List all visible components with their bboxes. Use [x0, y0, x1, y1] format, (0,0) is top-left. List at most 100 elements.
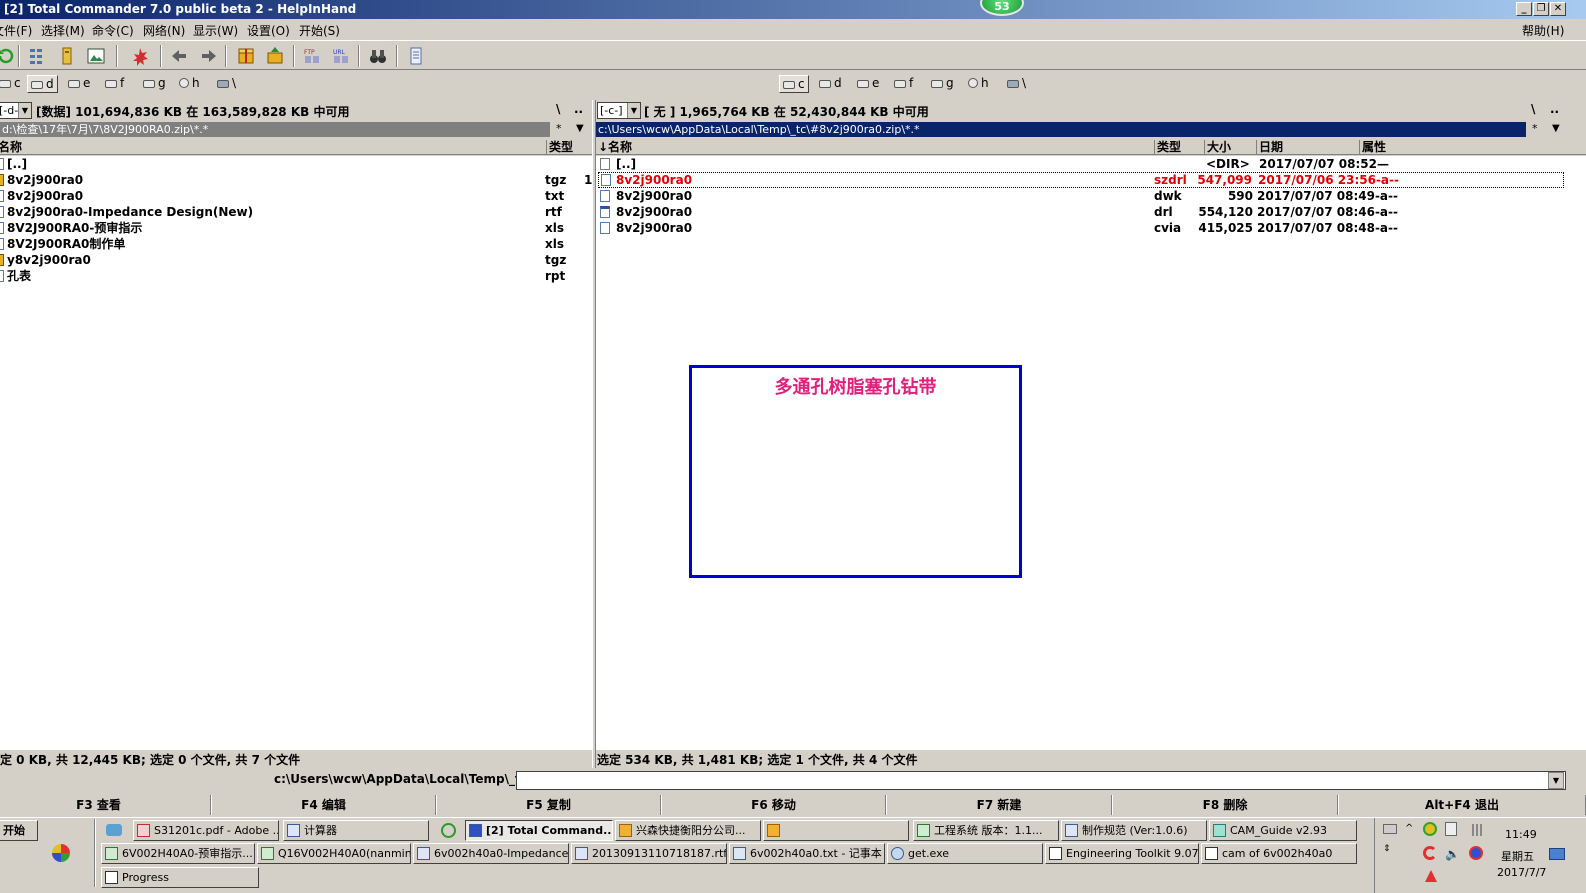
forward-arrow-icon[interactable] [198, 46, 218, 66]
drive-h-button[interactable]: h [176, 75, 203, 93]
close-button[interactable]: ✕ [1550, 2, 1566, 16]
drive-f-button[interactable]: f [102, 75, 127, 93]
antivirus-icon[interactable] [1423, 846, 1437, 860]
clock-weekday[interactable]: 星期五 [1501, 848, 1534, 864]
command-input[interactable] [516, 771, 1566, 790]
menu-select[interactable]: 选择(M) [41, 22, 85, 39]
list-item[interactable]: 8v2j900ra0 dwk 590 2017/07/07 08:49-a-- [596, 188, 1566, 204]
input-method-icon[interactable] [1469, 846, 1483, 860]
right-header-type[interactable]: 类型 [1154, 140, 1181, 155]
right-up-button[interactable]: .. [1550, 102, 1559, 116]
ie-icon[interactable] [441, 823, 456, 838]
drive-f-button[interactable]: f [891, 75, 916, 93]
ftp-connect-icon[interactable]: FTP [302, 46, 322, 66]
pack-files-icon[interactable] [236, 46, 256, 66]
drive-g-button[interactable]: g [140, 75, 169, 93]
clock-time[interactable]: 11:49 [1505, 828, 1537, 841]
quicklaunch-icon[interactable] [52, 844, 70, 862]
task-button[interactable] [763, 820, 909, 841]
menu-commands[interactable]: 命令(C) [92, 22, 134, 39]
menu-file[interactable]: 文件(F) [0, 22, 32, 39]
right-path-bar[interactable]: c:\Users\wcw\AppData\Local\Temp\_tc\#8v2… [596, 122, 1526, 137]
url-download-icon[interactable]: URL [331, 46, 351, 66]
drive-d-button[interactable]: d [27, 75, 58, 93]
volume-icon[interactable]: 🔈 [1445, 847, 1460, 861]
task-button[interactable]: Engineering Toolkit 9.07... [1045, 843, 1199, 864]
list-item-selected[interactable]: 8v2j900ra0 szdrl 547,099 2017/07/06 23:56-a… [598, 172, 1564, 188]
task-button[interactable]: 制作规范 (Ver:1.0.6) [1061, 820, 1207, 841]
task-button[interactable]: S31201c.pdf - Adobe ... [133, 820, 279, 841]
drive-e-button[interactable]: e [854, 75, 882, 93]
menu-network[interactable]: 网络(N) [143, 22, 185, 39]
task-button[interactable]: get.exe [887, 843, 1043, 864]
right-header-size[interactable]: 大小 [1204, 140, 1231, 155]
chevron-up-icon[interactable]: ^ [1405, 823, 1413, 834]
left-history-star[interactable]: * [556, 122, 562, 135]
right-header-attr[interactable]: 属性 [1359, 140, 1386, 155]
left-drive-combo[interactable]: [-d-] ▼ [0, 102, 32, 119]
drive-g-button[interactable]: g [928, 75, 957, 93]
list-item[interactable]: 8v2j900ra0 cvia 415,025 2017/07/07 08:48-a-… [596, 220, 1566, 236]
f7-new-button[interactable]: F7 新建 [886, 795, 1112, 815]
list-item[interactable]: [..] <DIR> 2017/07/07 08:52— [596, 156, 1566, 172]
unpack-files-icon[interactable] [265, 46, 285, 66]
f8-delete-button[interactable]: F8 删除 [1112, 795, 1338, 815]
task-button[interactable]: Progress [101, 867, 259, 888]
chevron-down-icon[interactable]: ⇕ [1383, 844, 1391, 854]
task-button[interactable]: 兴森快捷衡阳分公司... [615, 820, 761, 841]
left-path-bar[interactable]: d:\检查\17年\7月\7\8V2J900RA0.zip\*.* [0, 122, 550, 137]
task-button[interactable]: 计算器 [283, 820, 429, 841]
alt-f4-exit-button[interactable]: Alt+F4 退出 [1338, 795, 1586, 815]
clock-date[interactable]: 2017/7/7 [1497, 866, 1546, 879]
list-item[interactable]: y8v2j900ra0 tgz [0, 252, 592, 268]
list-item[interactable]: [..] [0, 156, 592, 172]
thumbnail-view-icon[interactable] [86, 46, 106, 66]
menu-settings[interactable]: 设置(O) [247, 22, 290, 39]
drive-e-button[interactable]: e [65, 75, 93, 93]
list-item[interactable]: 8v2j900ra0 drl 554,120 2017/07/07 08:46-a-- [596, 204, 1566, 220]
list-item[interactable]: 8V2J900RA0-预审指示 xls [0, 220, 592, 236]
minimize-button[interactable]: _ [1516, 2, 1532, 16]
list-item[interactable]: 8V2J900RA0制作单 xls [0, 236, 592, 252]
list-item[interactable]: 8v2j900ra0 tgz 1 [0, 172, 592, 188]
drive-c-button[interactable]: c [0, 75, 24, 93]
show-desktop-tray-icon[interactable] [1549, 848, 1565, 860]
refresh-icon[interactable] [0, 46, 16, 66]
right-header-date[interactable]: 日期 [1256, 140, 1283, 155]
f5-copy-button[interactable]: F5 复制 [436, 795, 661, 815]
usb-icon[interactable] [1445, 822, 1457, 836]
show-desktop-icon[interactable] [106, 824, 122, 836]
tray-app-icon[interactable] [1423, 822, 1437, 836]
start-button[interactable]: 开始 [0, 820, 38, 841]
binoculars-search-icon[interactable] [368, 46, 388, 66]
menu-start[interactable]: 开始(S) [299, 22, 340, 39]
left-root-button[interactable]: \ [556, 102, 560, 116]
drive-h-button[interactable]: h [965, 75, 992, 93]
command-dropdown-arrow[interactable]: ▼ [1548, 772, 1564, 789]
restore-button[interactable]: ❐ [1533, 2, 1549, 16]
task-button[interactable]: 6V002H40A0-预审指示... [101, 843, 255, 864]
menu-show[interactable]: 显示(W) [193, 22, 238, 39]
task-button[interactable]: 6v002h40a0.txt - 记事本 [729, 843, 885, 864]
keyboard-icon[interactable] [1383, 824, 1397, 834]
back-arrow-icon[interactable] [170, 46, 190, 66]
task-button[interactable]: 6v002h40a0-Impedance... [413, 843, 569, 864]
notepad-icon[interactable] [406, 46, 426, 66]
right-header-name[interactable]: ↓名称 [598, 140, 632, 155]
brief-view-icon[interactable] [28, 46, 48, 66]
task-button[interactable]: Q16V002H40A0(nanmin)... [257, 843, 411, 864]
list-item[interactable]: 8v2j900ra0 txt [0, 188, 592, 204]
right-drive-combo[interactable]: [-c-] ▼ [597, 102, 641, 119]
left-header-name[interactable]: 名称 [0, 140, 22, 155]
f6-move-button[interactable]: F6 移动 [661, 795, 886, 815]
f4-edit-button[interactable]: F4 编辑 [211, 795, 436, 815]
list-item[interactable]: 孔表 rpt [0, 268, 592, 284]
left-up-button[interactable]: .. [574, 102, 583, 116]
left-header-type[interactable]: 类型 [546, 140, 573, 155]
network-drive-button[interactable]: \ [1004, 75, 1029, 93]
left-history-arrow[interactable]: ▼ [576, 123, 584, 134]
f3-view-button[interactable]: F3 查看 [0, 795, 211, 815]
network-drive-button[interactable]: \ [214, 75, 239, 93]
network-signal-icon[interactable] [1469, 824, 1485, 836]
task-button[interactable]: 20130913110718187.rtf... [571, 843, 727, 864]
